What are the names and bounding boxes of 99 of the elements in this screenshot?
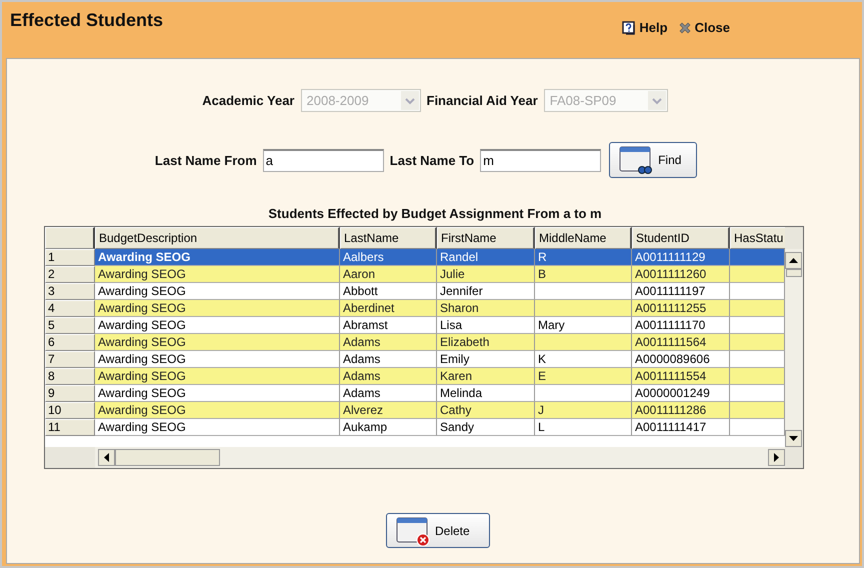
table-cell: J xyxy=(535,402,632,419)
field-label: Last Name From xyxy=(154,152,257,168)
table-cell: Awarding SEOG xyxy=(95,334,340,351)
column-header[interactable]: LastName xyxy=(340,227,437,249)
delete-button[interactable]: Delete xyxy=(386,513,490,548)
table-cell: Elizabeth xyxy=(437,334,535,351)
scroll-thumb[interactable] xyxy=(786,269,802,277)
table-cell: A0011111564 xyxy=(632,334,730,351)
table-cell: Awarding SEOG xyxy=(95,385,340,402)
table-cell: Abramst xyxy=(340,317,437,334)
table-cell: Adams xyxy=(340,351,437,368)
table-cell: Abbott xyxy=(340,283,437,300)
table-cell: Awarding SEOG xyxy=(95,266,340,283)
table-row[interactable]: 9 Awarding SEOG Adams Melinda A0000001249 xyxy=(45,385,785,402)
vertical-scrollbar[interactable] xyxy=(785,249,803,447)
table-cell: Awarding SEOG xyxy=(95,419,340,436)
table-cell: Awarding SEOG xyxy=(95,283,340,300)
table-row[interactable]: 1 Awarding SEOG Aalbers Randel R A0011111129 xyxy=(45,249,785,266)
close-icon xyxy=(678,20,692,34)
binoculars-icon xyxy=(618,145,654,175)
horizontal-scrollbar[interactable] xyxy=(95,447,785,468)
table-cell: Awarding SEOG xyxy=(95,402,340,419)
table-row[interactable]: 5 Awarding SEOG Abramst Lisa Mary A0011111170 xyxy=(45,317,785,334)
table-title: Students Effected by Budget Assignment From a to m xyxy=(268,206,602,221)
table-cell: A0000089606 xyxy=(632,351,730,368)
table-cell: Adams xyxy=(340,368,437,385)
scroll-thumb[interactable] xyxy=(115,449,220,466)
table-cell: A0011111255 xyxy=(632,300,730,317)
table-cell: Karen xyxy=(437,368,535,385)
column-header[interactable]: MiddleName xyxy=(535,227,632,249)
table-cell: L xyxy=(535,419,632,436)
table-cell: Awarding SEOG xyxy=(95,351,340,368)
table-cell: K xyxy=(535,351,632,368)
find-button[interactable]: Find xyxy=(609,142,698,178)
help-icon xyxy=(622,20,636,34)
column-header[interactable]: BudgetDescription xyxy=(95,227,340,249)
table-cell: A0011111260 xyxy=(632,266,730,283)
header-link[interactable]: Help xyxy=(622,20,668,35)
window-title: Effected Students xyxy=(10,10,164,31)
input-field[interactable]: m xyxy=(480,148,602,172)
column-header[interactable]: StudentID xyxy=(632,227,730,249)
row-number: 2 xyxy=(45,266,95,283)
row-number: 3 xyxy=(45,283,95,300)
row-number: 1 xyxy=(45,249,95,266)
table-cell: Aalbers xyxy=(340,249,437,266)
table-row[interactable]: 4 Awarding SEOG Aberdinet Sharon A0011111255 xyxy=(45,300,785,317)
table-row[interactable]: 3 Awarding SEOG Abbott Jennifer A0011111197 xyxy=(45,283,785,300)
table-cell: Cathy xyxy=(437,402,535,419)
table-cell: Sharon xyxy=(437,300,535,317)
field-label: Financial Aid Year xyxy=(426,93,538,108)
row-number: 7 xyxy=(45,351,95,368)
table-cell: A0011111554 xyxy=(632,368,730,385)
table-cell: Mary xyxy=(535,317,632,334)
table-cell: R xyxy=(535,249,632,266)
table-cell: Aukamp xyxy=(340,419,437,436)
table-cell: Alverez xyxy=(340,402,437,419)
column-header[interactable]: HasStatu xyxy=(730,227,785,249)
table-cell: Lisa xyxy=(437,317,535,334)
table-row[interactable]: 11 Awarding SEOG Aukamp Sandy L A0011111417 xyxy=(45,419,785,436)
row-number: 8 xyxy=(45,368,95,385)
table-cell: Awarding SEOG xyxy=(95,317,340,334)
field-label: Academic Year xyxy=(202,93,294,108)
row-number: 9 xyxy=(45,385,95,402)
table-cell: Awarding SEOG xyxy=(95,300,340,317)
input-field[interactable]: a xyxy=(262,148,384,172)
table-cell: A0011111197 xyxy=(632,283,730,300)
table-cell: Jennifer xyxy=(437,283,535,300)
table-row[interactable]: 7 Awarding SEOG Adams Emily K A0000089606 xyxy=(45,351,785,368)
table-row[interactable]: 6 Awarding SEOG Adams Elizabeth A0011111564 xyxy=(45,334,785,351)
table-cell: A0011111286 xyxy=(632,402,730,419)
table-cell: B xyxy=(535,266,632,283)
table-cell: Awarding SEOG xyxy=(95,368,340,385)
field-label: Last Name To xyxy=(390,152,474,168)
row-number: 11 xyxy=(45,419,95,436)
error-window-icon xyxy=(395,516,431,546)
table-cell: A0011111417 xyxy=(632,419,730,436)
table-cell: Aberdinet xyxy=(340,300,437,317)
table-cell: Randel xyxy=(437,249,535,266)
row-number: 5 xyxy=(45,317,95,334)
table-cell: Julie xyxy=(437,266,535,283)
table-cell: A0000001249 xyxy=(632,385,730,402)
table-cell: Adams xyxy=(340,385,437,402)
column-header[interactable]: FirstName xyxy=(437,227,535,249)
table-cell: Emily xyxy=(437,351,535,368)
table-cell: E xyxy=(535,368,632,385)
table-row[interactable]: 10 Awarding SEOG Alverez Cathy J A0011111286 xyxy=(45,402,785,419)
header-link[interactable]: Close xyxy=(678,20,730,35)
table-cell: Aaron xyxy=(340,266,437,283)
table-cell: Awarding SEOG xyxy=(95,249,340,266)
table-cell: A0011111170 xyxy=(632,317,730,334)
table-cell: A0011111129 xyxy=(632,249,730,266)
table-cell: Adams xyxy=(340,334,437,351)
row-number: 6 xyxy=(45,334,95,351)
table-row[interactable]: 2 Awarding SEOG Aaron Julie B A0011111260 xyxy=(45,266,785,283)
table-cell: Sandy xyxy=(437,419,535,436)
row-number: 10 xyxy=(45,402,95,419)
table-row[interactable]: 8 Awarding SEOG Adams Karen E A0011111554 xyxy=(45,368,785,385)
row-number: 4 xyxy=(45,300,95,317)
table-cell: Melinda xyxy=(437,385,535,402)
